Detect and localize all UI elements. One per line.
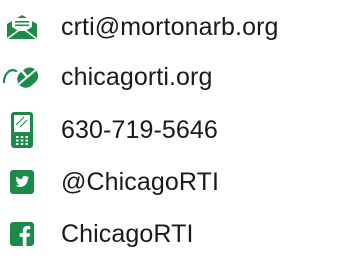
- website-address: chicagorti.org: [61, 63, 213, 91]
- contact-list: crti@mortonarb.org chicagorti.org 630-71…: [0, 0, 344, 277]
- twitter-handle: @ChicagoRTI: [61, 168, 220, 196]
- twitter-link[interactable]: @ChicagoRTI: [0, 160, 344, 204]
- facebook-link[interactable]: ChicagoRTI: [0, 212, 344, 256]
- email-link[interactable]: crti@mortonarb.org: [0, 5, 344, 49]
- mobile-phone-icon: [0, 108, 44, 152]
- twitter-icon: [0, 160, 44, 204]
- phone-number: 630-719-5646: [61, 116, 218, 144]
- phone-link[interactable]: 630-719-5646: [0, 108, 344, 152]
- mouse-icon: [0, 55, 44, 99]
- facebook-page: ChicagoRTI: [61, 220, 194, 248]
- website-link[interactable]: chicagorti.org: [0, 55, 344, 99]
- email-address: crti@mortonarb.org: [61, 13, 279, 41]
- facebook-icon: [0, 212, 44, 256]
- envelope-icon: [0, 5, 44, 49]
